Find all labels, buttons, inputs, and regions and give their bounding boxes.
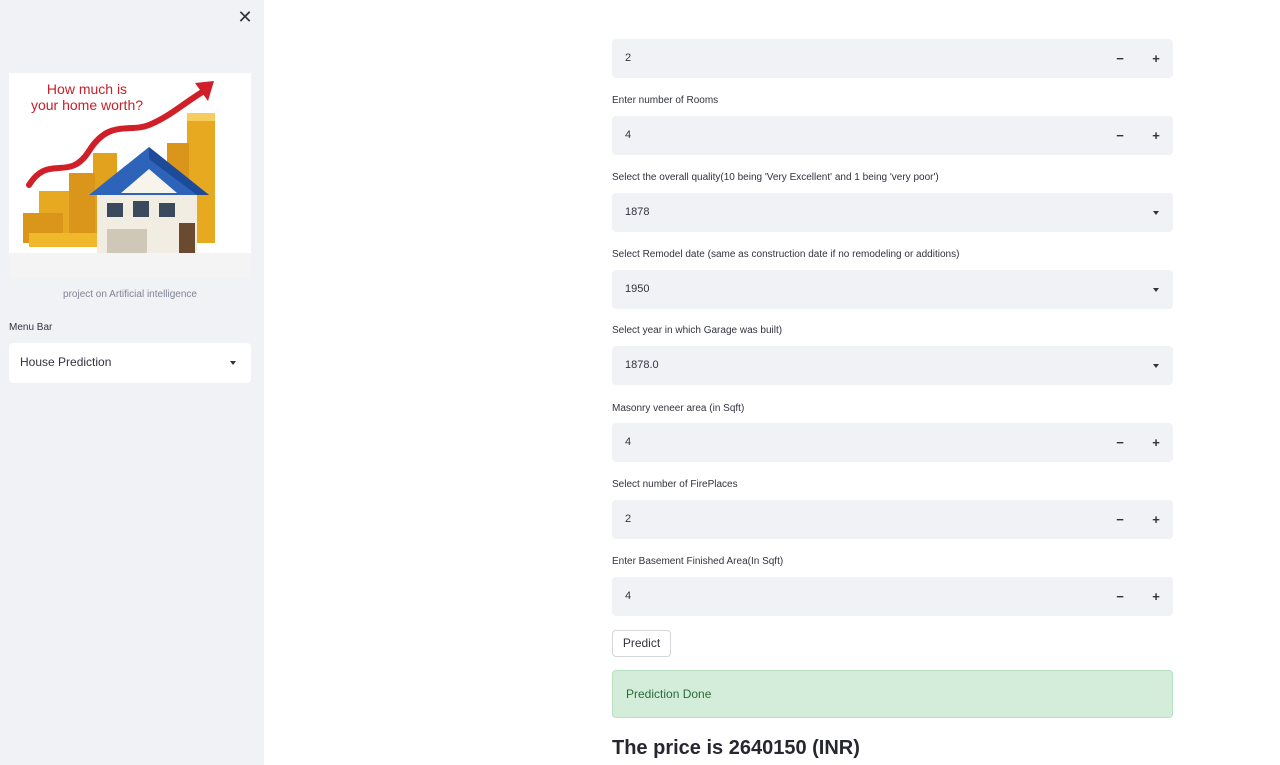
fireplaces-label: Select number of FirePlaces (612, 479, 738, 490)
success-alert: Prediction Done (612, 670, 1173, 718)
quality-value: 1878 (625, 206, 650, 218)
fireplaces-increment-button[interactable]: + (1138, 500, 1174, 539)
fireplaces-value: 2 (625, 513, 632, 525)
garage-select[interactable]: 1878.0 (612, 346, 1173, 385)
rooms-increment-button[interactable]: + (1138, 116, 1174, 155)
masonry-value: 4 (625, 436, 632, 448)
fireplaces-decrement-button[interactable]: − (1102, 500, 1138, 539)
remodel-value: 1950 (625, 283, 650, 295)
masonry-label: Masonry veneer area (in Sqft) (612, 403, 745, 414)
quality-label: Select the overall quality(10 being 'Ver… (612, 172, 939, 183)
quality-select[interactable]: 1878 (612, 193, 1173, 232)
rooms-label: Enter number of Rooms (612, 95, 719, 106)
price-result-heading: The price is 2640150 (INR) (612, 737, 860, 759)
basement-decrement-button[interactable]: − (1102, 577, 1138, 616)
masonry-input[interactable]: 4 − + (612, 423, 1173, 462)
basement-increment-button[interactable]: + (1138, 577, 1174, 616)
remodel-select[interactable]: 1950 (612, 270, 1173, 309)
basement-input[interactable]: 4 − + (612, 577, 1173, 616)
garage-value: 1878.0 (625, 359, 659, 371)
rooms-decrement-button[interactable]: − (1102, 116, 1138, 155)
success-message: Prediction Done (626, 687, 712, 701)
remodel-label: Select Remodel date (same as constructio… (612, 249, 960, 260)
decrement-button[interactable]: − (1102, 39, 1138, 78)
fireplaces-input[interactable]: 2 − + (612, 500, 1173, 539)
main-content: 2 − + Enter number of Rooms 4 − + Select… (0, 0, 1280, 765)
basement-value: 4 (625, 590, 632, 602)
basement-label: Enter Basement Finished Area(In Sqft) (612, 556, 784, 567)
chevron-down-icon (1153, 364, 1159, 368)
number-input-top[interactable]: 2 − + (612, 39, 1173, 78)
rooms-value: 4 (625, 129, 632, 141)
chevron-down-icon (1153, 211, 1159, 215)
chevron-down-icon (1153, 288, 1159, 292)
rooms-input[interactable]: 4 − + (612, 116, 1173, 155)
masonry-increment-button[interactable]: + (1138, 423, 1174, 462)
predict-button[interactable]: Predict (612, 630, 671, 657)
increment-button[interactable]: + (1138, 39, 1174, 78)
garage-label: Select year in which Garage was built) (612, 325, 783, 336)
number-input-value: 2 (625, 52, 632, 64)
masonry-decrement-button[interactable]: − (1102, 423, 1138, 462)
